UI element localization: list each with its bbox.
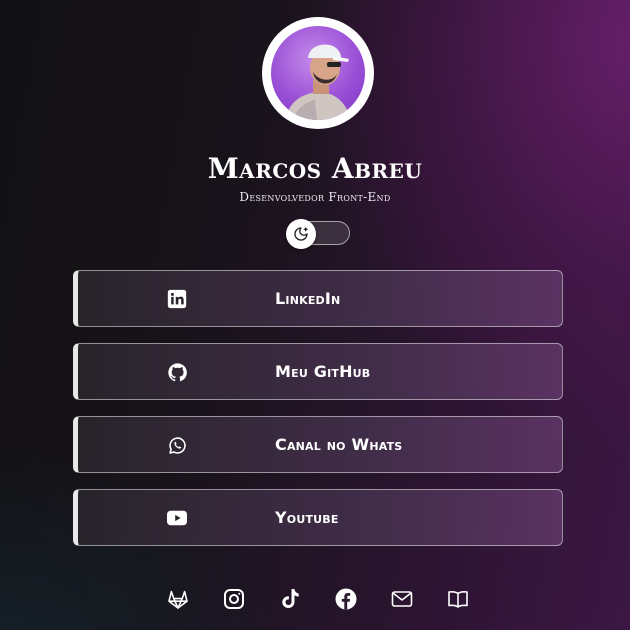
link-card-linkedin[interactable]: LinkedIn [73,270,563,327]
link-label: LinkedIn [275,289,341,308]
link-list: LinkedIn Meu GitHub Canal no Whats Youtu… [73,270,563,562]
moon-icon [294,227,308,241]
profile-name: Marcos Abreu [207,152,423,185]
link-label: Meu GitHub [275,362,371,381]
theme-toggle[interactable] [286,219,350,249]
toggle-knob[interactable] [286,219,316,249]
link-label: Canal no Whats [275,435,403,454]
github-icon [166,361,188,383]
book-icon[interactable] [445,586,471,612]
youtube-icon [166,507,188,529]
mail-icon[interactable] [389,586,415,612]
link-card-whatsapp[interactable]: Canal no Whats [73,416,563,473]
link-card-github[interactable]: Meu GitHub [73,343,563,400]
whatsapp-icon [166,434,188,456]
link-label: Youtube [275,508,339,527]
instagram-icon[interactable] [221,586,247,612]
avatar-ring [262,17,374,129]
social-links [165,586,475,612]
tiktok-icon[interactable] [277,586,303,612]
profile-role: Desenvolvedor Front-End [239,190,391,204]
gitlab-icon[interactable] [165,586,191,612]
linkedin-icon [166,288,188,310]
link-card-youtube[interactable]: Youtube [73,489,563,546]
avatar [271,26,365,120]
facebook-icon[interactable] [333,586,359,612]
avatar-photo [285,44,351,120]
